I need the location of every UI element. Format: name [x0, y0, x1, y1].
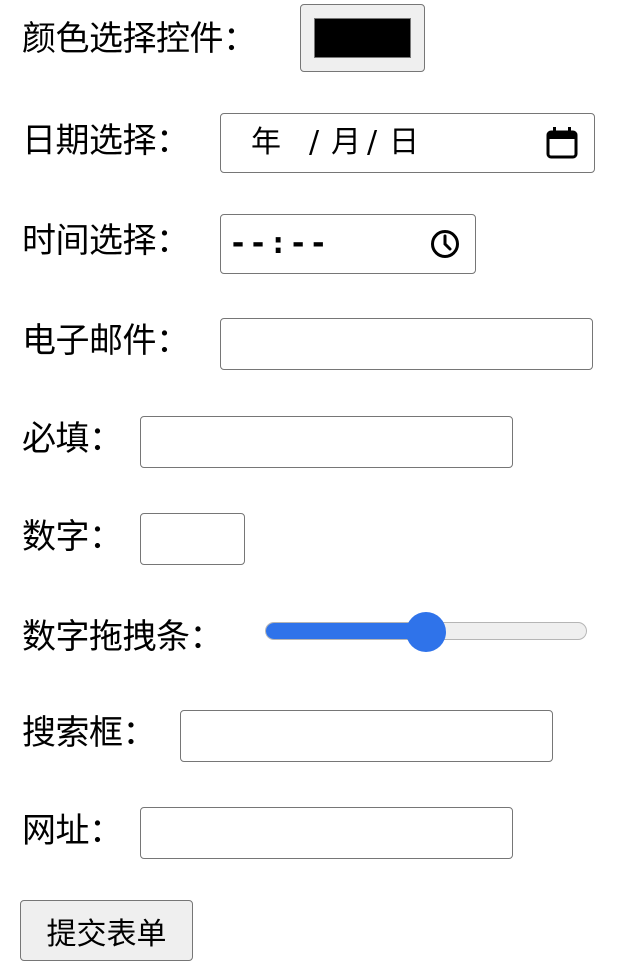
- url-field-label: 网址: [22, 811, 90, 851]
- colon: ：: [156, 321, 190, 361]
- colon: ：: [89, 811, 123, 851]
- calendar-icon[interactable]: [545, 126, 579, 164]
- date-day-segment[interactable]: 日: [389, 128, 419, 158]
- colon: ：: [189, 617, 224, 657]
- date-field-label: 日期选择: [22, 121, 157, 161]
- date-year-segment[interactable]: 年: [251, 128, 281, 158]
- date-separator: /: [309, 125, 320, 160]
- number-field[interactable]: [140, 513, 245, 565]
- date-field-row: 日期选择 ：: [22, 124, 190, 158]
- time-field-row: 时间选择 ：: [22, 224, 190, 258]
- range-slider-thumb[interactable]: [406, 612, 446, 652]
- color-field-label: 颜色选择控件: [22, 19, 224, 59]
- colon: ：: [89, 517, 123, 557]
- date-input[interactable]: 年 / 月 / 日: [220, 113, 595, 173]
- url-field-row: 网址 ：: [22, 814, 123, 848]
- range-slider-fill: [266, 623, 427, 639]
- email-field[interactable]: [220, 318, 593, 370]
- colon: ：: [89, 419, 123, 459]
- colon: ：: [156, 121, 190, 161]
- clock-icon[interactable]: [429, 228, 461, 264]
- range-field-label: 数字拖拽条: [22, 617, 190, 657]
- search-input[interactable]: [180, 710, 553, 762]
- email-field-row: 电子邮件 ：: [22, 324, 190, 358]
- colon: ：: [223, 19, 257, 59]
- time-field-label: 时间选择: [22, 221, 157, 261]
- email-field-label: 电子邮件: [22, 321, 157, 361]
- range-field-row: 数字拖拽条 ：: [22, 620, 224, 654]
- color-field-row: 颜色选择控件 ：: [22, 22, 257, 56]
- colon: ：: [122, 713, 157, 753]
- colon: ：: [156, 221, 190, 261]
- submit-button[interactable]: 提交表单: [20, 900, 193, 961]
- search-field-row: 搜索框 ：: [22, 716, 157, 750]
- number-field-label: 数字: [22, 517, 90, 557]
- time-input[interactable]: --:--: [220, 214, 476, 274]
- time-placeholder[interactable]: --:--: [229, 229, 329, 259]
- search-field-label: 搜索框: [22, 713, 123, 753]
- date-separator: /: [367, 125, 378, 160]
- required-field-row: 必填 ：: [22, 422, 123, 456]
- color-swatch: [314, 18, 411, 58]
- required-field-label: 必填: [22, 419, 90, 459]
- color-picker[interactable]: [300, 4, 425, 72]
- required-field[interactable]: [140, 416, 513, 468]
- url-field[interactable]: [140, 807, 513, 859]
- date-month-segment[interactable]: 月: [331, 128, 361, 158]
- number-field-row: 数字 ：: [22, 520, 123, 554]
